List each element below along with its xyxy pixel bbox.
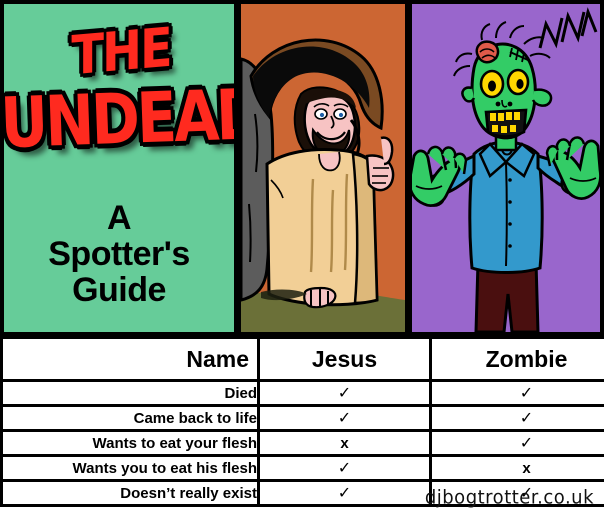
comic-strip: THE UNDEAD A Spotter's Guide bbox=[0, 0, 604, 336]
cell-zombie: ✓ bbox=[429, 379, 604, 407]
cell-jesus: ✓ bbox=[257, 404, 432, 432]
jesus-illustration bbox=[241, 4, 405, 332]
row-label: Doesn’t really exist bbox=[0, 479, 260, 507]
comparison-table: Name Jesus Zombie Died ✓ ✓ Came back to life ✓ ✓… bbox=[0, 336, 604, 507]
cross-icon: x bbox=[522, 459, 531, 477]
cell-jesus: ✓ bbox=[257, 379, 432, 407]
cell-jesus: x bbox=[257, 429, 432, 457]
table-body: Name Jesus Zombie Died ✓ ✓ Came back to life ✓ ✓… bbox=[0, 336, 604, 507]
check-icon: ✓ bbox=[337, 408, 352, 427]
comparison-table-wrap: Name Jesus Zombie Died ✓ ✓ Came back to life ✓ ✓… bbox=[0, 336, 604, 507]
check-icon: ✓ bbox=[337, 383, 352, 402]
cell-zombie: x bbox=[429, 454, 604, 482]
cell-jesus: ✓ bbox=[257, 479, 432, 507]
check-icon: ✓ bbox=[337, 483, 352, 502]
table-header-name: Name bbox=[0, 336, 260, 382]
table-row: Died ✓ ✓ bbox=[0, 379, 604, 407]
subtitle-block: A Spotter's Guide bbox=[4, 200, 234, 308]
comic-poster: THE UNDEAD A Spotter's Guide Name Jesus … bbox=[0, 0, 604, 518]
row-label: Wants to eat your flesh bbox=[0, 429, 260, 457]
jesus-panel bbox=[241, 4, 405, 332]
cell-zombie: ✓ bbox=[429, 429, 604, 457]
subtitle-line-3: Guide bbox=[72, 271, 166, 309]
title-word-undead: UNDEAD bbox=[4, 74, 234, 165]
row-label: Came back to life bbox=[0, 404, 260, 432]
title-artwork: THE UNDEAD bbox=[4, 16, 234, 178]
row-label: Died bbox=[0, 379, 260, 407]
signature-watermark: djbogtrotter.co.uk bbox=[424, 486, 594, 509]
check-icon: ✓ bbox=[519, 408, 534, 427]
subtitle-line-1: A bbox=[106, 199, 132, 237]
table-row: Wants you to eat his flesh ✓ x bbox=[0, 454, 604, 482]
check-icon: ✓ bbox=[337, 458, 352, 477]
table-header-zombie: Zombie bbox=[429, 336, 604, 382]
check-icon: ✓ bbox=[519, 383, 534, 402]
table-row: Came back to life ✓ ✓ bbox=[0, 404, 604, 432]
table-row: Wants to eat your flesh x ✓ bbox=[0, 429, 604, 457]
zombie-panel bbox=[412, 4, 600, 332]
cell-jesus: ✓ bbox=[257, 454, 432, 482]
zombie-illustration bbox=[412, 4, 600, 332]
table-header-row: Name Jesus Zombie bbox=[0, 336, 604, 382]
title-panel: THE UNDEAD A Spotter's Guide bbox=[4, 4, 234, 332]
cross-icon: x bbox=[340, 434, 349, 452]
subtitle-line-2: Spotter's bbox=[48, 235, 190, 273]
cell-zombie: ✓ bbox=[429, 404, 604, 432]
table-header-jesus: Jesus bbox=[257, 336, 432, 382]
row-label: Wants you to eat his flesh bbox=[0, 454, 260, 482]
check-icon: ✓ bbox=[519, 433, 534, 452]
